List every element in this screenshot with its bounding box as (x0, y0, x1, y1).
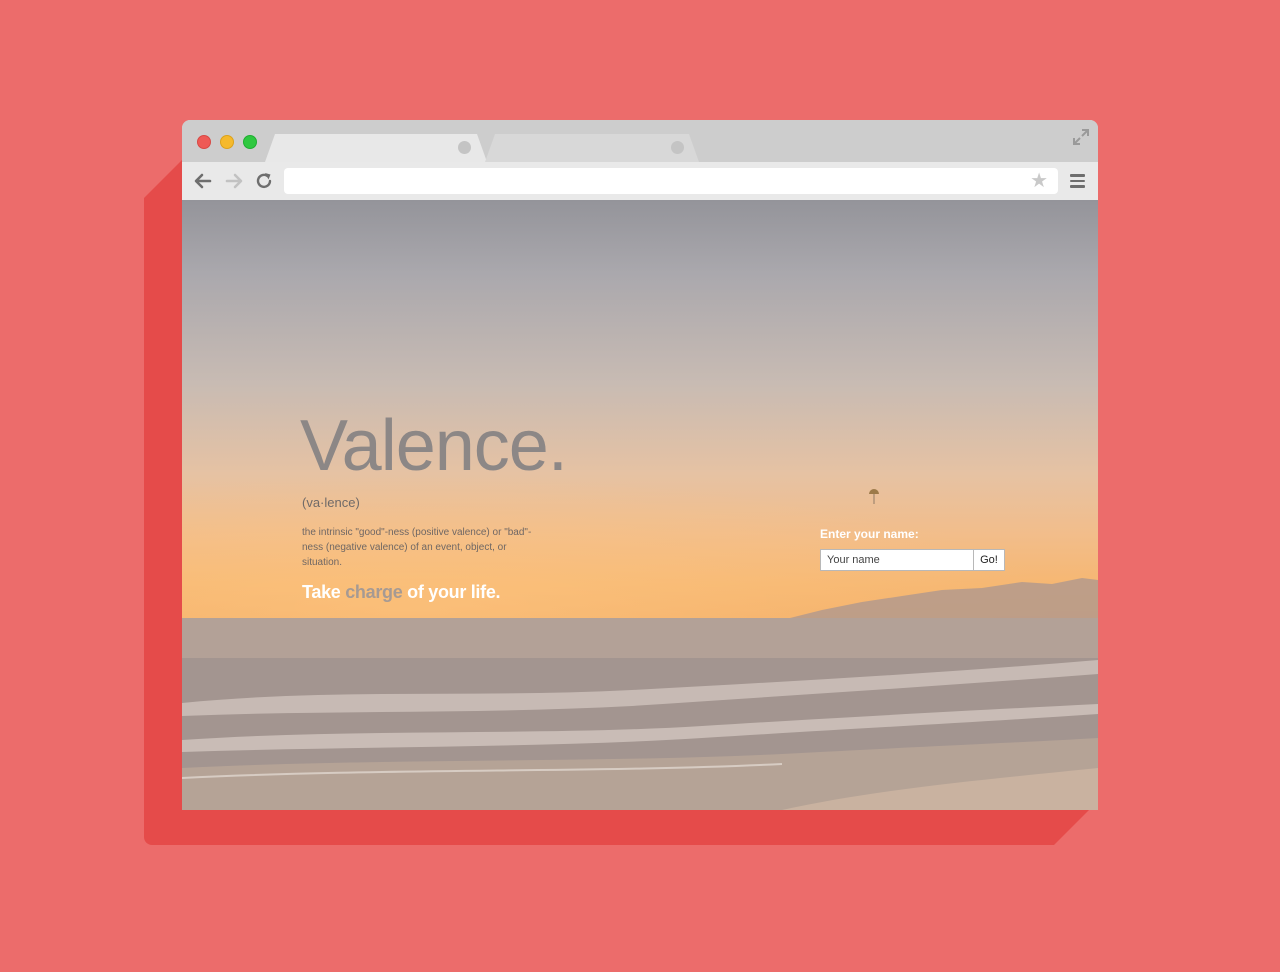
close-window-button[interactable] (197, 135, 211, 149)
tagline-accent: charge (345, 582, 403, 602)
tagline-start: Take (302, 582, 346, 602)
menu-icon[interactable] (1070, 174, 1085, 188)
reload-icon[interactable] (254, 171, 274, 191)
tab-close-icon[interactable] (458, 141, 471, 154)
browser-toolbar: ★ (182, 162, 1098, 200)
ocean-waves (182, 618, 1098, 810)
title-bar (182, 120, 1098, 162)
fullscreen-icon[interactable] (1072, 128, 1090, 146)
name-input[interactable] (820, 549, 974, 571)
star-icon[interactable]: ★ (1030, 171, 1048, 191)
pronunciation: (va·lence) (302, 495, 360, 510)
address-bar[interactable]: ★ (284, 168, 1058, 194)
minimize-window-button[interactable] (220, 135, 234, 149)
tagline-end: of your life. (402, 582, 501, 602)
name-prompt-label: Enter your name: (820, 527, 919, 541)
forward-arrow-icon[interactable] (224, 171, 244, 191)
definition-text: the intrinsic "good"-ness (positive vale… (302, 527, 532, 568)
tab-inactive[interactable] (485, 134, 699, 162)
tagline: Take charge of your life. (302, 582, 501, 603)
browser-window: ★ Valence. (va·lence) the intrinsic "goo… (182, 120, 1098, 810)
back-arrow-icon[interactable] (193, 171, 213, 191)
page-title: Valence. (300, 406, 568, 486)
parasail-icon (869, 489, 879, 504)
page-viewport: Valence. (va·lence) the intrinsic "good"… (182, 200, 1098, 810)
zoom-window-button[interactable] (243, 135, 257, 149)
go-button[interactable]: Go! (973, 549, 1005, 571)
tab-active[interactable] (265, 134, 487, 162)
tab-close-icon[interactable] (671, 141, 684, 154)
